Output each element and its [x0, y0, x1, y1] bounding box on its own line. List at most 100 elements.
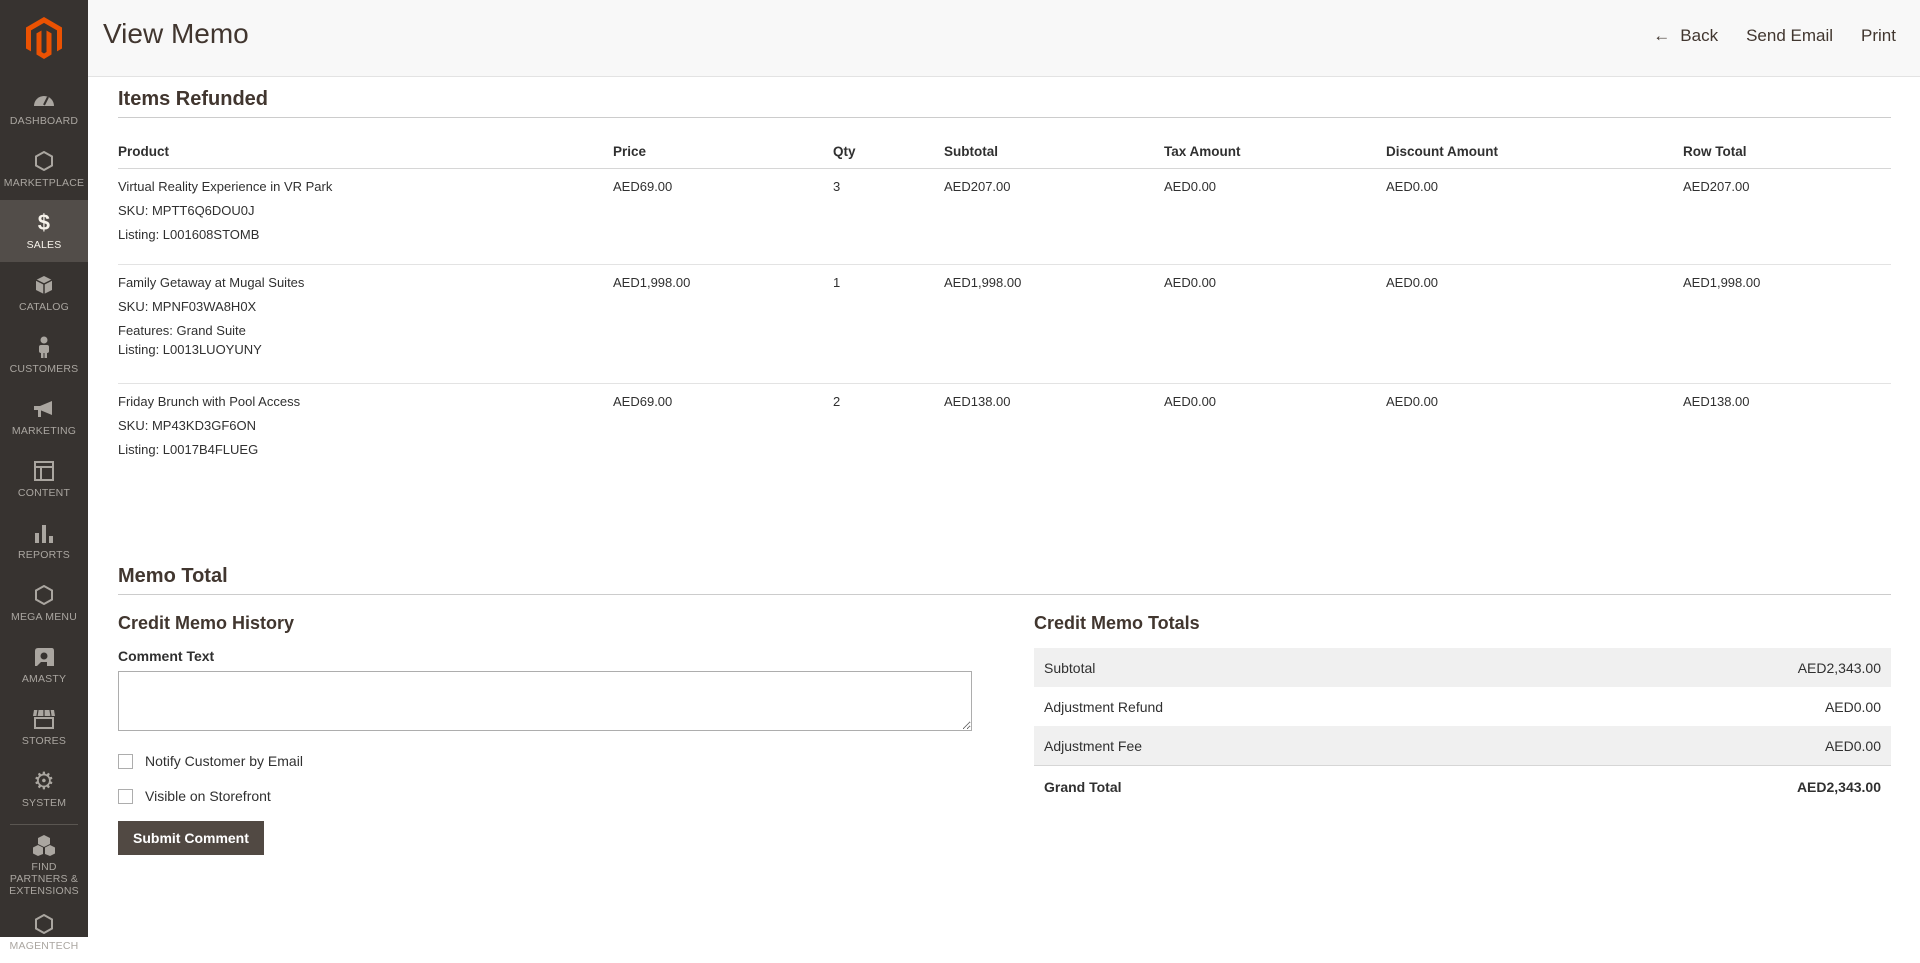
credit-memo-totals: Credit Memo Totals Subtotal AED2,343.00 … — [1034, 609, 1891, 855]
magento-logo-icon — [26, 17, 62, 59]
sidebar-item-catalog[interactable]: CATALOG — [0, 262, 88, 324]
totals-row-subtotal: Subtotal AED2,343.00 — [1034, 648, 1891, 687]
tax-cell: AED0.00 — [1164, 168, 1386, 265]
admin-sidebar: DASHBOARD MARKETPLACE $ SALES CATALOG CU… — [0, 0, 88, 952]
visible-storefront-checkbox[interactable] — [118, 788, 133, 804]
row-total-cell: AED207.00 — [1683, 168, 1891, 265]
price-cell: AED69.00 — [613, 394, 673, 409]
totals-label: Subtotal — [1034, 648, 1525, 687]
sidebar-item-sales[interactable]: $ SALES — [0, 200, 88, 262]
magento-logo[interactable] — [0, 0, 88, 76]
sidebar-item-system[interactable]: ⚙ SYSTEM — [0, 758, 88, 820]
comment-text-field[interactable] — [118, 671, 972, 731]
page-title: View Memo — [103, 18, 249, 49]
sidebar-item-mega-menu[interactable]: MEGA MENU — [0, 572, 88, 634]
sidebar-item-label: CUSTOMERS — [9, 363, 79, 375]
product-sku: SKU: MP43KD3GF6ON — [118, 418, 256, 433]
subtotal-cell: AED207.00 — [944, 168, 1164, 265]
layout-icon — [34, 459, 54, 483]
store-icon — [32, 707, 56, 731]
sidebar-item-label: DASHBOARD — [9, 115, 79, 127]
notify-customer-label[interactable]: Notify Customer by Email — [145, 753, 303, 769]
notify-customer-row[interactable]: Notify Customer by Email — [118, 753, 974, 769]
subtotal-cell: AED1,998.00 — [944, 264, 1164, 384]
product-name: Family Getaway at Mugal Suites — [118, 275, 305, 290]
sidebar-item-magentech[interactable]: MAGENTECH — [0, 901, 88, 963]
sidebar-item-customers[interactable]: CUSTOMERS — [0, 324, 88, 386]
dashboard-icon — [33, 87, 55, 111]
sidebar-item-label: STORES — [21, 735, 67, 747]
print-button[interactable]: Print — [1847, 26, 1910, 46]
sidebar-item-label: SYSTEM — [21, 797, 67, 809]
notify-customer-checkbox[interactable] — [118, 753, 133, 769]
visible-storefront-row[interactable]: Visible on Storefront — [118, 788, 974, 804]
price-cell: AED69.00 — [613, 168, 833, 265]
sidebar-item-find-partners[interactable]: FIND PARTNERS & EXTENSIONS — [0, 829, 88, 901]
header-actions: ← Back Send Email Print — [1639, 26, 1910, 46]
qty-cell: 1 — [833, 264, 944, 384]
product-features: Features: Grand Suite — [118, 323, 246, 338]
product-listing: Listing: L001608STOMB — [118, 227, 260, 242]
sidebar-item-label: MEGA MENU — [11, 611, 77, 623]
table-row: Family Getaway at Mugal Suites SKU: MPNF… — [118, 264, 1891, 384]
sidebar-item-stores[interactable]: STORES — [0, 696, 88, 758]
sidebar-item-marketplace[interactable]: MARKETPLACE — [0, 138, 88, 200]
back-button[interactable]: ← Back — [1639, 26, 1732, 46]
submit-comment-button[interactable]: Submit Comment — [118, 821, 264, 855]
credit-memo-history-title: Credit Memo History — [118, 613, 295, 633]
sidebar-item-marketing[interactable]: MARKETING — [0, 386, 88, 448]
memo-total-columns: Credit Memo History Comment Text Notify … — [118, 609, 1891, 855]
sidebar-item-content[interactable]: CONTENT — [0, 448, 88, 510]
main-content: Items Refunded Product Price Qty Subtota… — [118, 76, 1891, 855]
price-cell: AED1,998.00 — [613, 264, 833, 384]
sidebar-item-label: MARKETING — [11, 425, 77, 437]
sidebar-item-label: FIND PARTNERS & EXTENSIONS — [9, 861, 79, 897]
items-refunded-table: Product Price Qty Subtotal Tax Amount Di… — [118, 130, 1891, 479]
hexagon-icon — [35, 583, 53, 607]
totals-label: Adjustment Refund — [1044, 698, 1164, 715]
hexagon-icon — [35, 912, 53, 936]
product-name: Virtual Reality Experience in VR Park — [118, 179, 333, 194]
tax-cell: AED0.00 — [1164, 264, 1386, 384]
product-cell: Family Getaway at Mugal Suites SKU: MPNF… — [118, 264, 613, 384]
table-header-row: Product Price Qty Subtotal Tax Amount Di… — [118, 130, 1891, 169]
send-email-button[interactable]: Send Email — [1732, 26, 1847, 46]
gear-icon: ⚙ — [33, 767, 55, 795]
product-sku: SKU: MPTT6Q6DOU0J — [118, 203, 255, 218]
sidebar-item-amasty[interactable]: AMASTY — [0, 634, 88, 696]
sidebar-item-dashboard[interactable]: DASHBOARD — [0, 76, 88, 138]
sidebar-item-label: CATALOG — [18, 301, 70, 313]
table-row: Friday Brunch with Pool Access SKU: MP43… — [118, 384, 1891, 480]
row-total-cell: AED1,998.00 — [1683, 264, 1891, 384]
items-refunded-title: Items Refunded — [118, 76, 1891, 118]
marketplace-icon — [35, 149, 53, 173]
sidebar-item-label: MARKETPLACE — [3, 177, 85, 189]
product-cell: Virtual Reality Experience in VR Park SK… — [118, 168, 613, 265]
product-listing: Listing: L0017B4FLUEG — [118, 442, 259, 457]
sidebar-item-label: AMASTY — [21, 673, 67, 685]
table-row: Virtual Reality Experience in VR Park SK… — [118, 168, 1891, 265]
tax-cell: AED0.00 — [1164, 394, 1217, 409]
column-header-row-total: Row Total — [1683, 130, 1891, 169]
sidebar-divider — [10, 824, 78, 825]
credit-memo-history: Credit Memo History Comment Text Notify … — [118, 609, 974, 855]
person-icon — [37, 335, 51, 359]
sidebar-item-reports[interactable]: REPORTS — [0, 510, 88, 572]
arrow-left-icon: ← — [1653, 26, 1671, 45]
totals-row-grand-total: Grand Total AED2,343.00 — [1034, 765, 1891, 806]
product-name: Friday Brunch with Pool Access — [118, 394, 301, 409]
bar-chart-icon — [34, 521, 54, 545]
sidebar-item-label: MAGENTECH — [9, 940, 79, 952]
product-listing: Listing: L0013LUOYUNY — [118, 342, 262, 357]
visible-storefront-label[interactable]: Visible on Storefront — [145, 788, 271, 804]
column-header-discount-amount: Discount Amount — [1386, 130, 1683, 169]
product-sku: SKU: MPNF03WA8H0X — [118, 299, 257, 314]
sidebar-item-label: SALES — [26, 239, 62, 251]
totals-row-adjustment-refund: Adjustment Refund AED0.00 — [1034, 687, 1891, 726]
comment-text-label: Comment Text — [118, 648, 215, 664]
totals-value: AED2,343.00 — [1524, 648, 1891, 687]
column-header-tax-amount: Tax Amount — [1164, 130, 1386, 169]
column-header-price: Price — [613, 130, 833, 169]
column-header-product: Product — [118, 130, 613, 169]
memo-total-section: Memo Total Credit Memo History Comment T… — [118, 553, 1891, 855]
